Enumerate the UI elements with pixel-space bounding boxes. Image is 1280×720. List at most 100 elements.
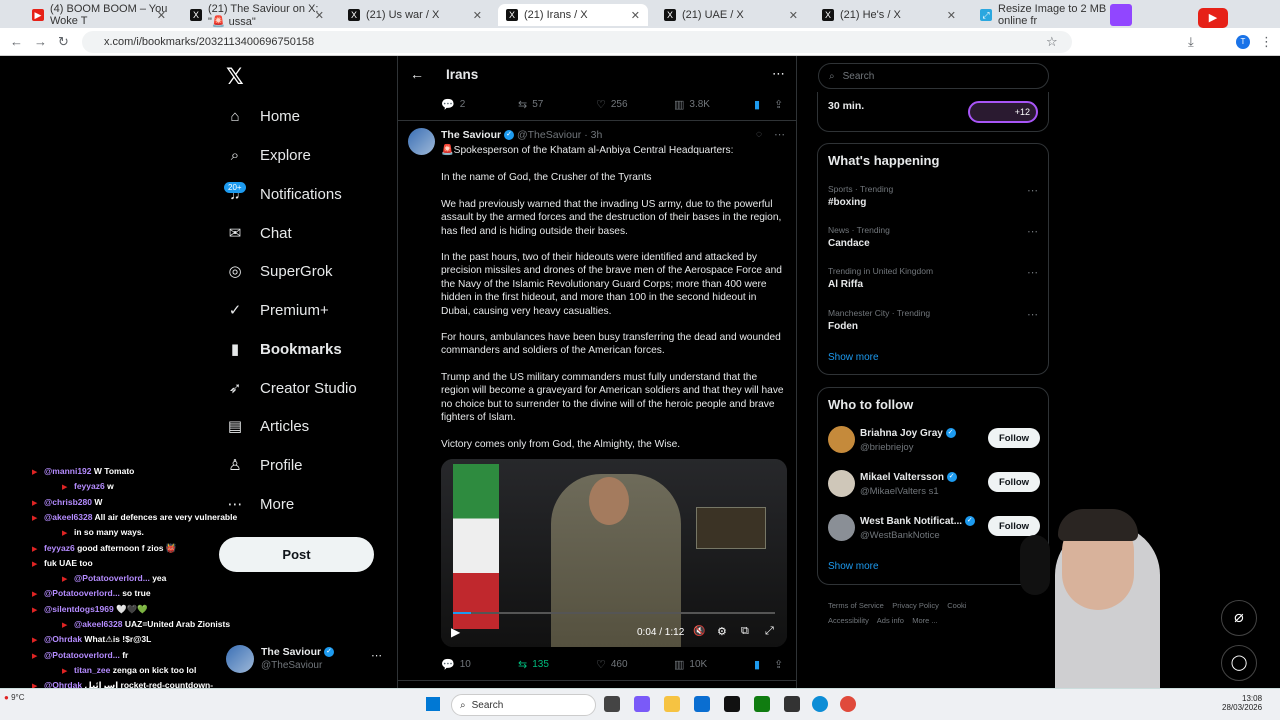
taskbar-search[interactable]: ⌕ Search xyxy=(451,694,596,716)
app-icon[interactable] xyxy=(784,696,800,712)
tab-uae[interactable]: X (21) UAE / X ✕ xyxy=(656,4,806,26)
post-button[interactable]: Post xyxy=(219,537,374,572)
tab-us-war[interactable]: X (21) Us war / X ✕ xyxy=(340,4,490,26)
repost-button[interactable]: ⇆ 135 xyxy=(518,658,549,671)
live-spaces-card[interactable]: 30 min. +12 xyxy=(817,92,1049,132)
tab-resize[interactable]: ⤢ Resize Image to 2 MB online fr xyxy=(972,3,1112,27)
share-icon[interactable]: ⇪ xyxy=(774,658,783,671)
back-arrow-icon[interactable]: ← xyxy=(410,66,424,82)
show-more-link[interactable]: Show more xyxy=(828,561,879,572)
menu-icon[interactable]: ⋮ xyxy=(1260,34,1273,50)
share-icon[interactable]: ⇪ xyxy=(774,98,783,111)
footer-link[interactable]: Ads info xyxy=(877,616,904,625)
trend-item[interactable]: News · Trending Candace xyxy=(828,225,890,249)
tweet-time[interactable]: 3h xyxy=(591,129,603,141)
more-icon[interactable]: ⋯ xyxy=(1027,184,1038,197)
trend-item[interactable]: Sports · Trending #boxing xyxy=(828,184,893,208)
xbox-icon[interactable] xyxy=(754,696,770,712)
close-icon[interactable]: ✕ xyxy=(789,9,798,22)
bookmark-icon[interactable]: ▮ xyxy=(754,658,760,671)
url-field[interactable]: x.com/i/bookmarks/2032113400696750158 xyxy=(82,31,1072,53)
folder-icon[interactable] xyxy=(664,696,680,712)
bookmark-icon[interactable]: ▮ xyxy=(754,98,760,111)
video-player[interactable]: ▶ 0:04 / 1:12 🔇 ⚙ ⧉ ⤢ xyxy=(441,459,787,647)
sidebar-item-articles[interactable]: ▤ Articles xyxy=(226,411,309,441)
edge-icon[interactable] xyxy=(812,696,828,712)
sidebar-item-premium[interactable]: ✓ Premium+ xyxy=(226,295,329,325)
bookmark-star-icon[interactable]: ☆ xyxy=(1046,34,1058,50)
tweet-author[interactable]: The Saviour xyxy=(441,129,501,141)
back-icon[interactable]: ← xyxy=(10,34,23,49)
follow-suggestion[interactable]: Mikael Valtersson ✓ @MikaelValters s1 Fo… xyxy=(828,470,1040,500)
sidebar-item-explore[interactable]: ⌕ Explore xyxy=(226,140,311,170)
more-icon[interactable]: ⋯ xyxy=(774,128,785,141)
views-button[interactable]: ▥ 10K xyxy=(674,658,707,671)
more-icon[interactable]: ⋯ xyxy=(1027,225,1038,238)
sidebar-item-home[interactable]: ⌂ Home xyxy=(226,101,300,131)
close-icon[interactable]: ✕ xyxy=(947,9,956,22)
sidebar-item-creator-studio[interactable]: ➶ Creator Studio xyxy=(226,373,357,403)
fullscreen-icon[interactable]: ⤢ xyxy=(765,625,774,638)
app-icon[interactable] xyxy=(724,696,740,712)
footer-link[interactable]: Privacy Policy xyxy=(892,601,939,610)
settings-icon[interactable]: ⚙ xyxy=(717,625,727,638)
close-icon[interactable]: ✕ xyxy=(473,9,482,22)
views-button[interactable]: ▥ 3.8K xyxy=(674,98,710,111)
footer-link[interactable]: More ... xyxy=(912,616,937,625)
search-field[interactable]: ⌕ Search xyxy=(818,63,1049,89)
close-icon[interactable]: ✕ xyxy=(315,9,324,22)
tab-hes[interactable]: X (21) He's / X ✕ xyxy=(814,4,964,26)
like-button[interactable]: ♡ 256 xyxy=(596,98,628,111)
more-icon[interactable]: ⋯ xyxy=(1027,266,1038,279)
sidebar-item-bookmarks[interactable]: ▮ Bookmarks xyxy=(226,334,342,364)
copilot-icon[interactable] xyxy=(634,696,650,712)
close-icon[interactable]: ✕ xyxy=(631,9,640,22)
sidebar-item-chat[interactable]: ✉ Chat xyxy=(226,218,292,248)
repost-button[interactable]: ⇆ 57 xyxy=(518,98,543,111)
footer-link[interactable]: Terms of Service xyxy=(828,601,884,610)
close-icon[interactable]: ✕ xyxy=(157,9,166,22)
reply-button[interactable]: 💬 10 xyxy=(441,658,471,671)
trend-item[interactable]: Manchester City · Trending Foden xyxy=(828,308,930,332)
sidebar-item-profile[interactable]: ♙ Profile xyxy=(226,450,302,480)
grok-icon[interactable]: ◌ xyxy=(756,129,762,140)
tweet-handle[interactable]: @TheSaviour xyxy=(517,129,581,141)
task-view-icon[interactable] xyxy=(604,696,620,712)
show-more-link[interactable]: Show more xyxy=(828,352,879,363)
like-button[interactable]: ♡ 460 xyxy=(596,658,628,671)
profile-avatar-icon[interactable]: T xyxy=(1236,35,1250,49)
reply-count: 10 xyxy=(459,659,471,670)
more-icon[interactable]: ⋯ xyxy=(371,649,382,662)
play-icon[interactable]: ▶ xyxy=(451,625,460,639)
sidebar-item-supergrok[interactable]: ◎ SuperGrok xyxy=(226,256,332,286)
more-icon[interactable]: ⋯ xyxy=(772,66,785,82)
trend-meta: Sports · Trending xyxy=(828,184,894,194)
footer-link[interactable]: Cooki xyxy=(947,601,966,610)
reply-button[interactable]: 💬 2 xyxy=(441,98,465,111)
clock[interactable]: 13:08 28/03/2026 xyxy=(1222,694,1262,712)
trend-item[interactable]: Trending in United Kingdom Al Riffa xyxy=(828,266,933,290)
account-switcher[interactable]: The Saviour ✓ @TheSaviour ⋯ xyxy=(226,643,386,679)
grok-float-icon[interactable]: ⌀ xyxy=(1221,600,1257,636)
store-icon[interactable] xyxy=(694,696,710,712)
follow-suggestion[interactable]: Briahna Joy Gray ✓ @briebriejoy Follow xyxy=(828,426,1040,456)
tab-saviour[interactable]: X (21) The Saviour on X: "🚨 ussa" ✕ xyxy=(182,3,332,28)
chrome-icon[interactable] xyxy=(840,696,856,712)
tab-irans[interactable]: X (21) Irans / X ✕ xyxy=(498,4,648,26)
volume-icon[interactable]: 🔇 xyxy=(693,626,705,637)
follow-button[interactable]: Follow xyxy=(988,428,1040,448)
windows-start-icon[interactable] xyxy=(426,697,440,711)
chat-bubble-icon[interactable]: ◯ xyxy=(1221,645,1257,681)
tab-youtube[interactable]: ▶ (4) BOOM BOOM – You Woke T ✕ xyxy=(24,3,174,27)
more-icon[interactable]: ⋯ xyxy=(1027,308,1038,321)
video-progress-track[interactable] xyxy=(453,612,775,614)
reload-icon[interactable]: ↻ xyxy=(58,34,69,50)
pip-icon[interactable]: ⧉ xyxy=(741,625,749,638)
follow-button[interactable]: Follow xyxy=(988,472,1040,492)
footer-link[interactable]: Accessibility xyxy=(828,616,869,625)
avatar[interactable] xyxy=(408,128,435,155)
forward-icon[interactable]: → xyxy=(34,34,47,49)
download-icon[interactable]: ⤓ xyxy=(1188,34,1194,50)
weather-widget[interactable]: ● 9°C xyxy=(4,693,25,702)
x-logo-icon[interactable]: 𝕏 xyxy=(226,64,244,90)
